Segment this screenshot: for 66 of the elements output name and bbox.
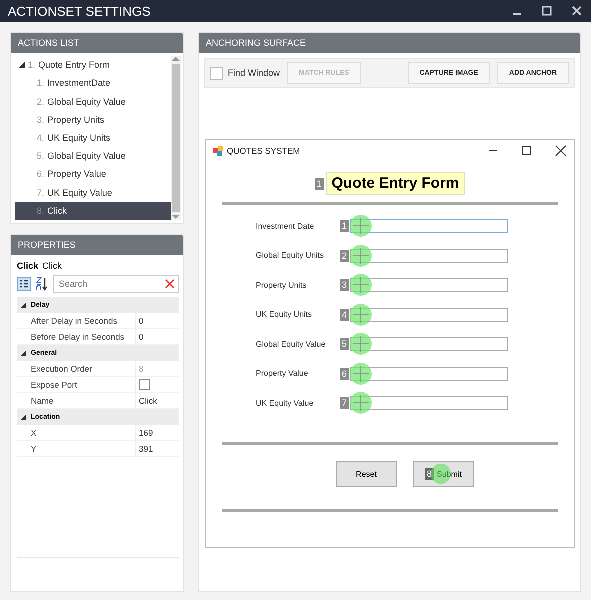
tree-item[interactable]: 4. UK Equity Units (15, 128, 171, 148)
tree-item[interactable]: 2. Global Equity Value (15, 92, 171, 111)
expand-icon[interactable] (21, 302, 26, 308)
tree-item[interactable]: 8. Click (15, 202, 171, 220)
field-label: Property Value (256, 369, 310, 378)
target-marker-icon (349, 273, 374, 297)
tree-item[interactable]: 1. InvestmentDate (15, 74, 171, 92)
property-name: Y (17, 441, 135, 457)
tree-item[interactable]: 1. Quote Entry Form (15, 56, 171, 74)
order-badge: 3 (340, 279, 350, 291)
tree-item[interactable]: 5. Global Equity Value (15, 147, 171, 166)
maximize-icon[interactable] (521, 145, 533, 157)
order-badge: 7 (340, 397, 350, 409)
panel-header: PROPERTIES (11, 235, 183, 255)
property-name: After Delay in Seconds (17, 313, 135, 329)
checkbox-label: Find Window (228, 68, 280, 78)
categorized-icon[interactable] (17, 277, 31, 291)
target-marker-icon (349, 362, 374, 386)
property-name: X (17, 425, 135, 441)
target-marker-icon (349, 244, 374, 268)
scroll-down-icon[interactable] (172, 214, 180, 220)
target-marker-icon (349, 214, 374, 238)
property-value[interactable]: 0 (135, 313, 179, 329)
checkbox[interactable] (210, 66, 223, 80)
panel-header: ANCHORING SURFACE (199, 33, 580, 53)
property-value[interactable]: 169 (135, 425, 179, 441)
target-marker-icon (349, 332, 374, 356)
app-icon (213, 146, 223, 156)
expand-icon[interactable] (21, 414, 26, 420)
app-window-title: QUOTES SYSTEM (227, 146, 302, 156)
order-badge: 1 (340, 220, 350, 232)
field-label: Property Units (256, 280, 308, 290)
field-label: UK Equity Value (256, 398, 315, 408)
order-badge: 1 (314, 178, 324, 190)
property-value[interactable]: 391 (135, 441, 179, 457)
tree-item[interactable]: 7. UK Equity Value (15, 184, 171, 202)
order-badge: 8 (425, 468, 434, 480)
object-type: Click (42, 261, 62, 271)
target-marker-icon (349, 302, 374, 326)
form-title: Quote Entry Form (326, 172, 466, 195)
sort-icon[interactable] (35, 277, 49, 291)
target-marker-icon (349, 391, 374, 415)
expand-icon[interactable] (19, 62, 25, 68)
panel-header: ACTIONS LIST (11, 33, 183, 53)
order-badge: 5 (340, 338, 350, 350)
order-badge: 6 (340, 368, 350, 380)
search-box[interactable]: Search (53, 275, 179, 293)
checkbox[interactable] (139, 379, 150, 390)
order-badge: 2 (340, 250, 350, 262)
field-label: Investment Date (256, 222, 316, 230)
property-name: Execution Order (17, 361, 135, 377)
tree-item[interactable]: 3. Property Units (15, 110, 171, 129)
clear-icon[interactable] (165, 279, 175, 289)
tree-item[interactable]: 6. Property Value (15, 165, 171, 184)
object-name: Click (17, 261, 39, 271)
order-badge: 4 (340, 308, 350, 320)
property-name: Expose Port (17, 377, 135, 393)
expand-icon[interactable] (21, 350, 26, 356)
window-title: ACTIONSET SETTINGS (8, 4, 152, 18)
scroll-up-icon[interactable] (172, 56, 180, 62)
form-button[interactable]: Reset (336, 461, 397, 487)
field-label: Global Equity Value (256, 340, 327, 348)
field-label: UK Equity Units (256, 310, 314, 319)
scrollbar[interactable] (171, 56, 181, 220)
close-icon[interactable] (555, 145, 567, 157)
field-label: Global Equity Units (256, 251, 326, 260)
